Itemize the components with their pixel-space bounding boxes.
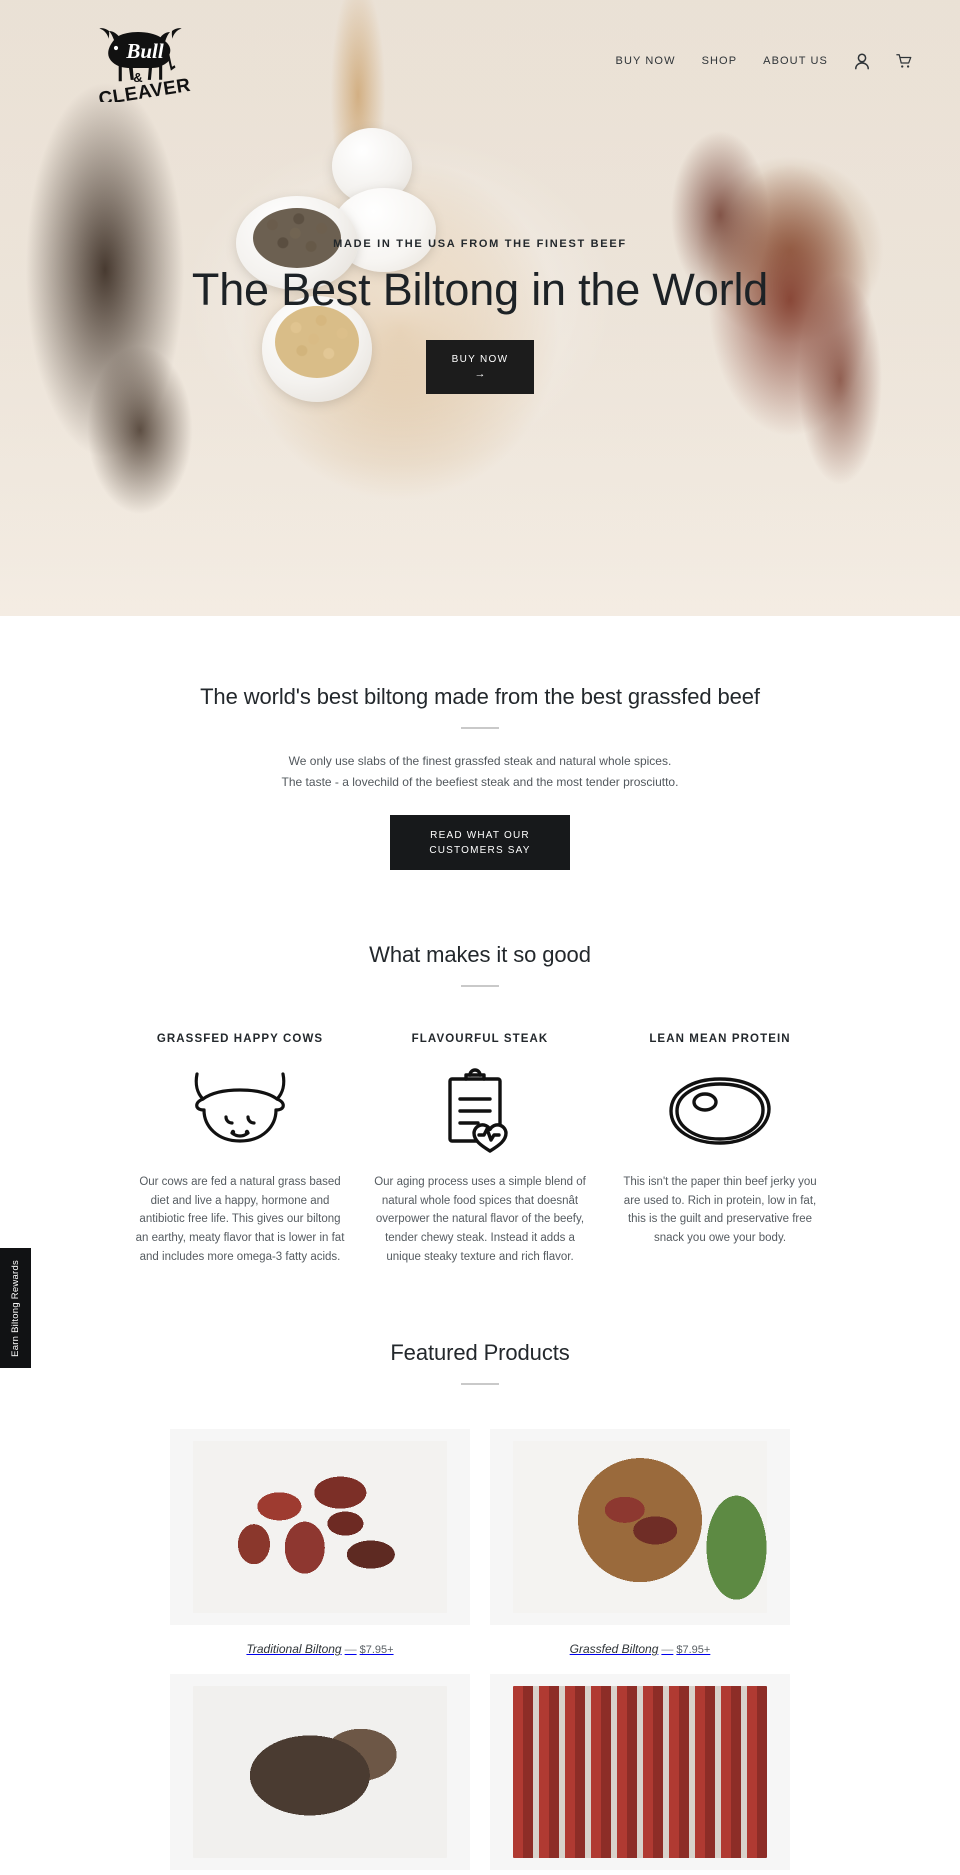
hero-section: Bull & CLEAVER BUY NOW SHOP ABOUT US MAD… [0, 0, 960, 616]
svg-text:Bull: Bull [125, 39, 164, 63]
feature-flavourful-steak: FLAVOURFUL STEAK Our aging process uses … [360, 1033, 600, 1266]
intro-heading: The world's best biltong made from the b… [200, 684, 760, 709]
product-card-grassfed-biltong[interactable]: Grassfed Biltong — $7.95+ [490, 1429, 790, 1656]
product-dash: — [344, 1642, 357, 1657]
divider-rule [461, 1383, 499, 1386]
feature-lean-mean-protein: LEAN MEAN PROTEIN This isn't the paper t… [600, 1033, 840, 1266]
divider-rule [461, 985, 499, 987]
bull-head-icon [134, 1063, 346, 1159]
feature-text: Our aging process uses a simple blend of… [374, 1176, 586, 1263]
intro-line-1: We only use slabs of the finest grassfed… [288, 754, 672, 768]
rewards-tab-button[interactable]: Earn Biltong Rewards [0, 1248, 31, 1368]
hero-eyebrow: MADE IN THE USA FROM THE FINEST BEEF [333, 238, 627, 250]
what-heading: What makes it so good [369, 942, 591, 967]
arrow-right-icon: → [474, 368, 486, 381]
product-thumbnail [170, 1429, 470, 1626]
product-image [193, 1441, 447, 1614]
product-price: $7.95+ [359, 1644, 394, 1657]
read-reviews-button[interactable]: READ WHAT OUR CUSTOMERS SAY [390, 815, 570, 870]
feature-columns: GRASSFED HAPPY COWS Our cows are fed a n… [120, 1033, 840, 1266]
product-grid: Traditional Biltong — $7.95+ Grassfed Bilt… [170, 1429, 790, 1871]
product-price: $7.95+ [676, 1644, 711, 1657]
feature-text: Our cows are fed a natural grass based d… [135, 1176, 345, 1263]
product-image [513, 1686, 767, 1859]
feature-text: This isn't the paper thin beef jerky you… [623, 1176, 817, 1244]
product-name: Grassfed Biltong [569, 1642, 659, 1657]
hero-buy-now-label: BUY NOW [451, 353, 509, 365]
user-account-icon [854, 52, 870, 70]
product-card-third[interactable] [170, 1674, 470, 1871]
divider-rule [461, 727, 499, 729]
feature-title: GRASSFED HAPPY COWS [156, 1033, 324, 1045]
feature-grassfed-happy-cows: GRASSFED HAPPY COWS Our cows are fed a n… [120, 1033, 360, 1266]
product-image [193, 1686, 447, 1859]
featured-products-section: Featured Products Traditional Biltong — $7… [0, 1266, 960, 1871]
featured-products-heading: Featured Products [390, 1340, 570, 1366]
intro-line-2: The taste - a lovechild of the beefiest … [281, 775, 679, 789]
clipboard-heart-icon [374, 1063, 586, 1159]
product-thumbnail [170, 1674, 470, 1871]
rewards-tab-label: Earn Biltong Rewards [10, 1259, 21, 1357]
product-caption: Grassfed Biltong — $7.95+ [490, 1625, 790, 1656]
nav-link-shop[interactable]: SHOP [702, 55, 738, 67]
nav-link-about-us[interactable]: ABOUT US [763, 55, 828, 67]
site-header: Bull & CLEAVER BUY NOW SHOP ABOUT US [0, 0, 960, 128]
hero-buy-now-button[interactable]: BUY NOW → [425, 339, 535, 395]
feature-title: FLAVOURFUL STEAK [411, 1033, 549, 1045]
nav-link-buy-now[interactable]: BUY NOW [616, 55, 676, 67]
product-thumbnail [490, 1429, 790, 1626]
product-dash: — [661, 1642, 674, 1657]
cart-button[interactable] [896, 52, 912, 70]
what-makes-it-good-section: What makes it so good GRASSFED HAPPY COW… [0, 870, 960, 1266]
steak-cut-icon [614, 1063, 826, 1159]
product-image [513, 1441, 767, 1614]
main-navigation: BUY NOW SHOP ABOUT US [616, 52, 912, 70]
product-name: Traditional Biltong [246, 1642, 342, 1657]
product-card-traditional-biltong[interactable]: Traditional Biltong — $7.95+ [170, 1429, 470, 1656]
account-button[interactable] [854, 52, 870, 70]
page-root: Bull & CLEAVER BUY NOW SHOP ABOUT US MAD… [0, 0, 960, 1871]
intro-section: The world's best biltong made from the b… [0, 616, 960, 870]
feature-title: LEAN MEAN PROTEIN [649, 1033, 791, 1045]
product-thumbnail [490, 1674, 790, 1871]
hero-title: The Best Biltong in the World [191, 264, 769, 315]
intro-paragraph: We only use slabs of the finest grassfed… [0, 751, 960, 793]
svg-text:CLEAVER: CLEAVER [97, 75, 192, 102]
shopping-cart-icon [896, 52, 912, 70]
site-logo[interactable]: Bull & CLEAVER [86, 22, 204, 102]
product-caption: Traditional Biltong — $7.95+ [170, 1625, 470, 1656]
hero-copy: MADE IN THE USA FROM THE FINEST BEEF The… [0, 238, 960, 395]
product-card-fourth[interactable] [490, 1674, 790, 1871]
